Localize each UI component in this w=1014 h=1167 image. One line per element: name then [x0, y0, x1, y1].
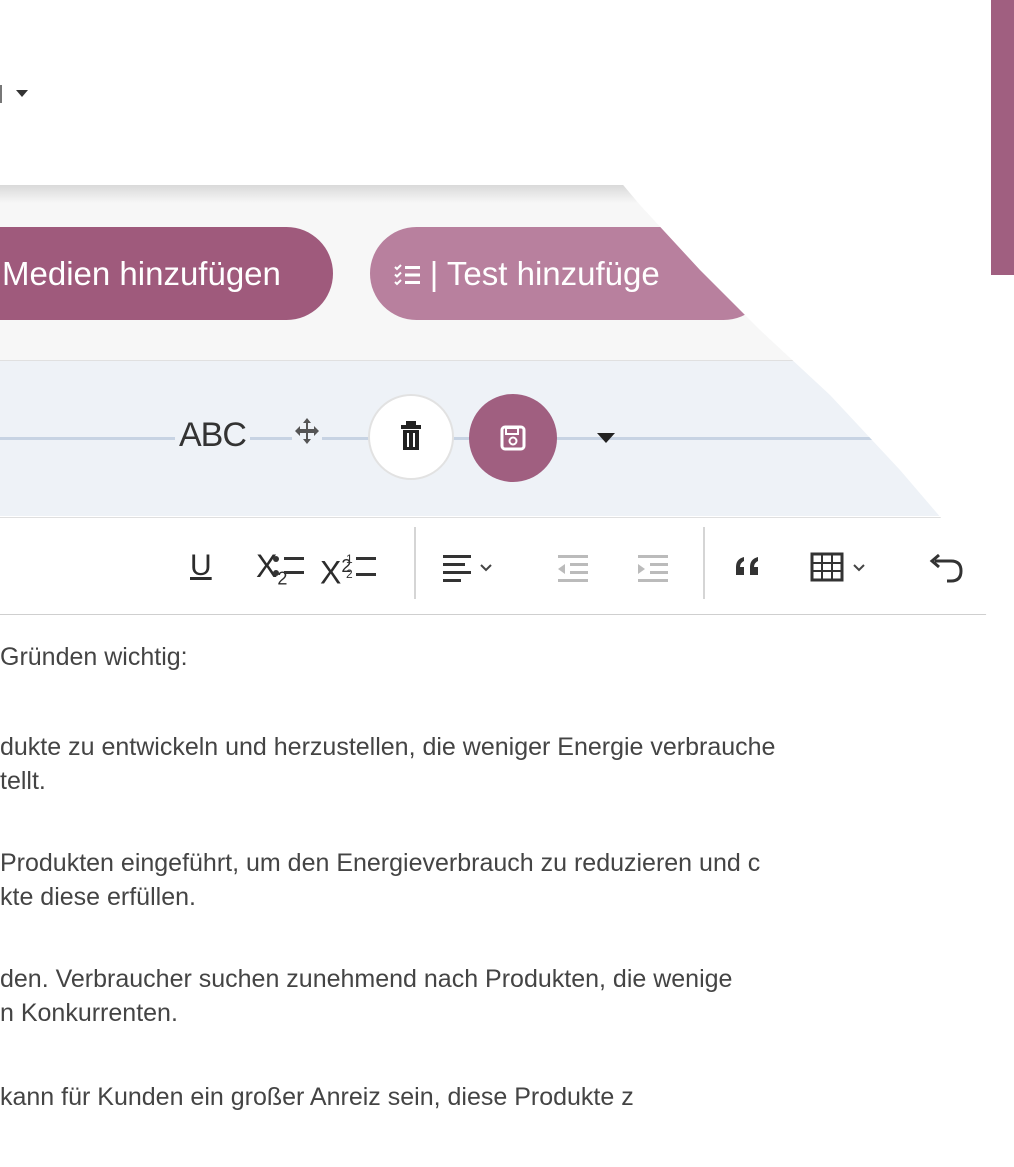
formatting-toolbar: U X2 X2 1 2 — [0, 517, 1005, 615]
superscript-icon: X — [320, 554, 342, 591]
add-media-label: Medien hinzufügen — [2, 255, 281, 292]
save-button[interactable] — [469, 394, 557, 482]
subscript-button[interactable]: X2 — [256, 518, 287, 614]
decorative-accent-bar — [991, 0, 1014, 275]
add-test-button[interactable]: | Test hinzufüge — [370, 227, 770, 320]
text-line: dukte zu entwickeln und herzustellen, di… — [0, 733, 776, 761]
caret-down-icon — [16, 90, 28, 98]
text-line: kann für Kunden ein großer Anreiz sein, … — [0, 1083, 634, 1111]
language-dropdown[interactable] — [0, 82, 28, 105]
text-line: den. Verbraucher suchen zunehmend nach P… — [0, 965, 733, 993]
superscript-button[interactable]: X2 — [320, 518, 351, 614]
text-line: tellt. — [0, 767, 46, 795]
checklist-icon — [394, 260, 428, 291]
move-icon[interactable] — [292, 416, 322, 454]
text-line: Gründen wichtig: — [0, 643, 188, 671]
zoomed-editor-viewport: Medien hinzufügen | Test hinzufüge ABC U… — [0, 8, 1005, 1167]
more-options-caret-icon[interactable] — [597, 433, 615, 443]
delete-button[interactable] — [368, 394, 454, 480]
subscript-index: 2 — [277, 568, 288, 589]
subscript-icon: X — [256, 548, 278, 584]
superscript-index: 2 — [341, 556, 352, 576]
underline-button[interactable]: U — [190, 518, 212, 614]
text-line: n Konkurrenten. — [0, 999, 178, 1027]
add-test-label: | Test hinzufüge — [429, 255, 660, 292]
add-media-button[interactable]: Medien hinzufügen — [0, 227, 333, 320]
spellcheck-button[interactable]: ABC — [175, 416, 250, 455]
text-line: Produkten eingeführt, um den Energieverb… — [0, 849, 761, 877]
text-line: kte diese erfüllen. — [0, 883, 196, 911]
floppy-disk-icon — [500, 425, 526, 451]
underline-icon: U — [190, 549, 212, 582]
trash-icon — [401, 421, 421, 450]
